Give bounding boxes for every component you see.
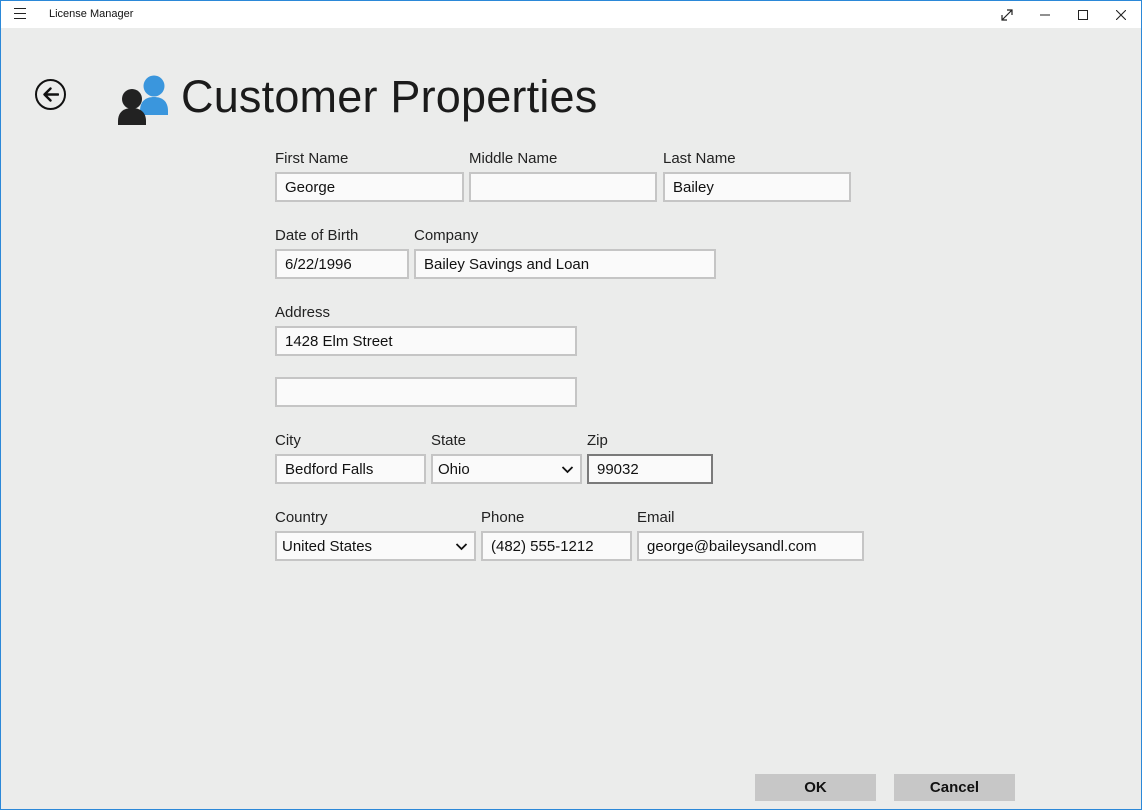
email-label: Email [637, 509, 675, 526]
zip-field[interactable] [587, 454, 713, 484]
state-dropdown[interactable]: Ohio [431, 454, 582, 484]
app-window: License Manager Customer Properties Firs… [0, 0, 1142, 810]
back-button[interactable] [35, 79, 66, 110]
minimize-icon [1040, 14, 1050, 15]
cancel-button[interactable]: Cancel [894, 774, 1015, 801]
close-icon [1116, 9, 1126, 20]
country-selected-value: United States [282, 538, 373, 555]
company-label: Company [414, 227, 479, 244]
minimize-button[interactable] [1026, 1, 1064, 28]
company-field[interactable] [414, 249, 716, 279]
zip-label: Zip [587, 432, 608, 449]
address-line2-field[interactable] [275, 377, 577, 407]
hamburger-menu-icon[interactable] [14, 8, 26, 19]
chevron-down-icon [455, 543, 468, 551]
maximize-icon [1078, 9, 1088, 20]
city-label: City [275, 432, 301, 449]
back-arrow-icon [43, 87, 59, 102]
state-selected-value: Ohio [438, 461, 470, 478]
country-dropdown[interactable]: United States [275, 531, 476, 561]
city-field[interactable] [275, 454, 426, 484]
fullscreen-button[interactable] [988, 1, 1026, 28]
email-field[interactable] [637, 531, 864, 561]
date-of-birth-field[interactable] [275, 249, 409, 279]
close-button[interactable] [1102, 1, 1140, 28]
last-name-label: Last Name [663, 150, 736, 167]
date-of-birth-label: Date of Birth [275, 227, 359, 244]
address-label: Address [275, 304, 331, 321]
address-line1-field[interactable] [275, 326, 577, 356]
phone-field[interactable] [481, 531, 632, 561]
phone-label: Phone [481, 509, 525, 526]
title-bar: License Manager [1, 1, 1141, 28]
maximize-button[interactable] [1064, 1, 1102, 28]
last-name-field[interactable] [663, 172, 851, 202]
app-title: License Manager [49, 8, 134, 20]
page-title: Customer Properties [181, 71, 598, 122]
first-name-field[interactable] [275, 172, 464, 202]
ok-button[interactable]: OK [755, 774, 876, 801]
customers-icon [118, 75, 168, 125]
first-name-label: First Name [275, 150, 349, 167]
expand-icon [1001, 8, 1013, 21]
middle-name-label: Middle Name [469, 150, 558, 167]
country-label: Country [275, 509, 328, 526]
state-label: State [431, 432, 467, 449]
middle-name-field[interactable] [469, 172, 657, 202]
chevron-down-icon [561, 466, 574, 474]
